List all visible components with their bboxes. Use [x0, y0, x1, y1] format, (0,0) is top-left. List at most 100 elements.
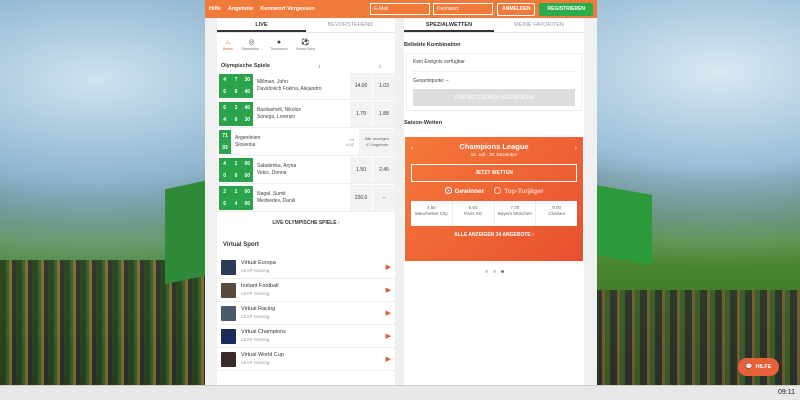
combo-title: Beliebte Kombination [404, 42, 461, 48]
market-selector: Gewinner Top-Torjäger [405, 187, 583, 195]
sport-hot[interactable]: ♨ Befehl [223, 38, 233, 57]
match-row[interactable]: 4 1 00 0 0 00 Sabalenka, Aryna Vekic, Donna 1… [217, 156, 395, 184]
outcome-button[interactable]: 9.00 Chelsea [536, 201, 577, 226]
sport-filter: ♨ Befehl ◎ Olympische... ● Tischtennis ⚽ Vir… [217, 33, 395, 57]
match-players: Nagal, Sumit Medvedev, Daniil [257, 190, 295, 204]
season-title: Saison-Wetten [404, 120, 443, 126]
outcome-button[interactable]: 4.50 Manchester City [411, 201, 453, 226]
odd-home[interactable]: 14.00 [350, 72, 372, 99]
tab-special-bets[interactable]: SPEZIALWETTEN [404, 18, 494, 32]
password-field[interactable]: Kennwort [433, 3, 494, 15]
email-field[interactable]: E-Mail [370, 3, 431, 15]
show-all-offers-link[interactable]: ALLE ANZEIGEN 34 ANGEBOTE › [405, 232, 583, 238]
tab-favorites[interactable]: MEINE FAVORITEN [494, 18, 584, 32]
list-item[interactable]: Virtual Champions LEAP Gaming ▶ [217, 325, 395, 348]
combo-box: Kein Ereignis verfügbar Gesamtquote: – Z… [406, 53, 582, 111]
game-thumbnail [221, 259, 236, 275]
match-players: Basilashvili, Nikoloz Sonego, Lorenzo [257, 106, 301, 120]
top-bar: Hilfe Angebote Kennwort Vergessen E-Mail… [205, 0, 597, 18]
match-row[interactable]: 71 93 Argentinien Slowenia 04 6:42 Alle anz… [217, 128, 395, 156]
tab-upcoming[interactable]: BEVORSTEHEND [306, 18, 395, 32]
match-row[interactable]: 4 7 30 6 6 40 Millman, John Davidovich Fokina… [217, 72, 395, 100]
live-score: 4 1 00 0 0 00 [219, 157, 253, 182]
play-icon[interactable]: ▶ [386, 332, 391, 340]
radio-winner[interactable]: Gewinner [444, 187, 484, 195]
match-players: Sabalenka, Aryna Vekic, Donna [257, 162, 297, 176]
forgot-password-link[interactable]: Kennwort Vergessen [260, 6, 314, 12]
live-score: 71 93 [219, 129, 231, 154]
outcome-button[interactable]: 7.00 Bayern München [495, 201, 537, 226]
tab-live[interactable]: LIVE [217, 18, 306, 32]
combo-empty: Kein Ereignis verfügbar [413, 59, 465, 65]
flag-right [596, 185, 652, 265]
game-thumbnail [221, 282, 236, 298]
chat-bubble-icon: 💬 [745, 364, 753, 370]
olympic-header: Olympische Spiele 1 2 [221, 63, 382, 69]
list-item[interactable]: Virtual Racing LEAP Gaming ▶ [217, 302, 395, 325]
right-column: SPEZIALWETTEN MEINE FAVORITEN Beliebte K… [404, 18, 584, 385]
show-all-offers[interactable]: Alle anzeigen 47 Angebote [359, 128, 395, 155]
carousel-dot[interactable] [492, 270, 496, 273]
match-row[interactable]: 2 1 00 6 4 00 Nagal, Sumit Medvedev, Daniil 2… [217, 184, 395, 212]
sport-olympic[interactable]: ◎ Olympische... [241, 38, 262, 57]
play-icon[interactable]: ▶ [386, 286, 391, 294]
olympic-rings-icon: ◎ [248, 39, 255, 46]
match-clock: 04 6:42 [346, 136, 354, 147]
odd-home[interactable]: 226.0 [350, 184, 372, 211]
flame-icon: ♨ [224, 39, 232, 46]
match-players: Argentinien Slowenia [235, 134, 261, 148]
match-players: Millman, John Davidovich Fokina, Alejandr… [257, 78, 322, 92]
bet-now-button[interactable]: JETZT WETTEN [411, 164, 577, 182]
odd-home[interactable]: 1.50 [350, 156, 372, 183]
play-icon[interactable]: ▶ [386, 309, 391, 317]
play-icon[interactable]: ▶ [386, 355, 391, 363]
chevron-right-icon: › [338, 220, 340, 226]
offers-link[interactable]: Angebote [228, 6, 253, 12]
play-icon[interactable]: ▶ [386, 263, 391, 271]
clock: 09:11 [778, 389, 795, 396]
live-score: 2 1 00 6 4 00 [219, 185, 253, 210]
game-thumbnail [221, 328, 236, 344]
flag-left [165, 180, 205, 285]
crowd-right [595, 290, 800, 400]
match-row[interactable]: 6 3 40 4 6 30 Basilashvili, Nikoloz Sonego, L… [217, 100, 395, 128]
list-item[interactable]: Virtual World Cup LEAP Gaming ▶ [217, 348, 395, 371]
odd-home[interactable]: 1.79 [350, 100, 372, 127]
carousel-dot[interactable] [500, 270, 504, 273]
odd-away[interactable]: 1.03 [373, 72, 395, 99]
chevron-left-icon[interactable]: ‹ [411, 145, 413, 152]
taskbar: 09:11 [0, 385, 800, 400]
sport-virtual[interactable]: ⚽ Virtual Sport [296, 38, 315, 57]
list-item[interactable]: Instant Football LEAP Gaming ▶ [217, 279, 395, 302]
login-button[interactable]: ANMELDEN [497, 2, 536, 16]
register-button[interactable]: REGISTRIEREN [539, 2, 593, 16]
live-score: 4 7 30 6 6 40 [219, 73, 253, 98]
help-button[interactable]: 💬 HILFE [738, 358, 779, 376]
betting-page: Hilfe Angebote Kennwort Vergessen E-Mail… [205, 0, 597, 385]
card-date: 15. Juli - 30. Dezember [470, 152, 518, 157]
help-link[interactable]: Hilfe [209, 6, 221, 12]
chevron-right-icon[interactable]: › [575, 145, 577, 152]
live-score: 6 3 40 4 6 30 [219, 101, 253, 126]
outcome-button[interactable]: 6.00 Paris SG [453, 201, 495, 226]
sport-table-tennis[interactable]: ● Tischtennis [270, 38, 288, 57]
left-tabs: LIVE BEVORSTEHEND [217, 18, 395, 33]
soccer-ball-icon: ⚽ [300, 39, 310, 46]
add-to-betslip-button[interactable]: ZUM WETTSCHEIN HINZUFÜGEN [413, 89, 575, 106]
odd-away[interactable]: 2.45 [373, 156, 395, 183]
table-tennis-icon: ● [276, 39, 282, 46]
odd-away[interactable]: -- [373, 184, 395, 211]
radio-top-scorer[interactable]: Top-Torjäger [494, 187, 543, 195]
season-bet-card: ‹ › Champions League 15. Juli - 30. Deze… [405, 137, 583, 261]
right-tabs: SPEZIALWETTEN MEINE FAVORITEN [404, 18, 584, 33]
carousel-dot[interactable] [484, 270, 488, 273]
outcome-list: 4.50 Manchester City 6.00 Paris SG 7.00 Bay… [411, 201, 577, 226]
card-title: Champions League [459, 142, 529, 151]
left-column: LIVE BEVORSTEHEND ♨ Befehl ◎ Olympische...… [217, 18, 395, 385]
odd-away[interactable]: 1.88 [373, 100, 395, 127]
list-item[interactable]: Virtual Europa LEAP Gaming ▶ [217, 256, 395, 279]
total-odds: Gesamtquote: – [413, 78, 449, 84]
carousel-dots [404, 270, 584, 273]
game-thumbnail [221, 351, 236, 367]
game-thumbnail [221, 305, 236, 321]
